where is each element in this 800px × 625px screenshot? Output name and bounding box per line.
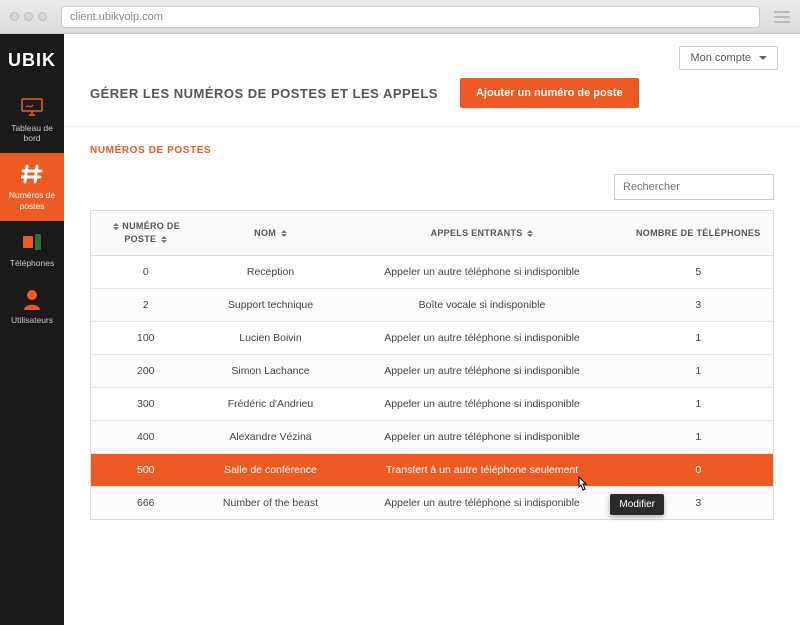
address-url: client.ubikvoip.com: [70, 11, 163, 23]
sidebar-item-dashboard[interactable]: Tableau de bord: [0, 86, 64, 153]
content: NUMÉROS DE POSTES NUMÉRO DE POSTE NOM: [64, 126, 800, 546]
cell-numero: 300: [91, 388, 201, 421]
table-row[interactable]: 0ReceptionAppeler un autre téléphone si …: [91, 256, 774, 289]
cell-telephones: 0: [624, 454, 774, 487]
cell-nom: Salle de conférence: [201, 454, 341, 487]
cell-numero: 200: [91, 355, 201, 388]
search-wrap: [90, 174, 774, 200]
sort-icon: [161, 233, 167, 246]
table-row[interactable]: 666Number of the beastAppeler un autre t…: [91, 487, 774, 520]
sidebar: UBIK Tableau de bord Numéros de postes T…: [0, 34, 64, 625]
cell-numero: 500: [91, 454, 201, 487]
phone-device-icon: [19, 231, 45, 253]
cell-nom: Number of the beast: [201, 487, 341, 520]
page-header: GÉRER LES NUMÉROS DE POSTES ET LES APPEL…: [64, 74, 800, 126]
sidebar-item-label: Utilisateurs: [11, 315, 53, 325]
sidebar-item-label: Téléphones: [10, 258, 54, 268]
cell-appels: Appeler un autre téléphone si indisponib…: [341, 421, 624, 454]
modify-tooltip[interactable]: Modifier: [610, 494, 664, 515]
cell-appels: Appeler un autre téléphone si indisponib…: [341, 487, 624, 520]
traffic-lights: [10, 12, 47, 21]
table-row[interactable]: 500Salle de conférenceTransfert à un aut…: [91, 454, 774, 487]
cell-appels: Boîte vocale si indisponible: [341, 289, 624, 322]
app-root: UBIK Tableau de bord Numéros de postes T…: [0, 34, 800, 625]
cell-numero: 400: [91, 421, 201, 454]
chevron-down-icon: [759, 56, 767, 64]
add-extension-button[interactable]: Ajouter un numéro de poste: [460, 78, 639, 108]
page-title: GÉRER LES NUMÉROS DE POSTES ET LES APPEL…: [90, 86, 438, 101]
cell-telephones: 3: [624, 289, 774, 322]
topbar: Mon compte: [64, 34, 800, 74]
table-row[interactable]: 100Lucien BoivinAppeler un autre télépho…: [91, 322, 774, 355]
cell-nom: Lucien Boivin: [201, 322, 341, 355]
table-row[interactable]: 2Support techniqueBoîte vocale si indisp…: [91, 289, 774, 322]
cell-numero: 2: [91, 289, 201, 322]
hash-icon: [19, 163, 45, 185]
table-row[interactable]: 400Alexandre VézinaAppeler un autre télé…: [91, 421, 774, 454]
sort-icon: [527, 227, 533, 240]
cell-nom: Alexandre Vézina: [201, 421, 341, 454]
cell-nom: Reception: [201, 256, 341, 289]
traffic-dot: [10, 12, 19, 21]
col-header-label: NUMÉRO DE POSTE: [122, 221, 180, 244]
search-input[interactable]: [614, 174, 774, 200]
traffic-dot: [38, 12, 47, 21]
account-dropdown[interactable]: Mon compte: [679, 46, 778, 70]
sort-icon: [113, 220, 119, 233]
account-label: Mon compte: [690, 52, 751, 64]
col-header-label: NOMBRE DE TÉLÉPHONES: [636, 228, 761, 238]
cell-telephones: 5: [624, 256, 774, 289]
sidebar-item-phones[interactable]: Téléphones: [0, 221, 64, 278]
cell-numero: 666: [91, 487, 201, 520]
main-panel: Mon compte GÉRER LES NUMÉROS DE POSTES E…: [64, 34, 800, 625]
cell-appels: Appeler un autre téléphone si indisponib…: [341, 322, 624, 355]
col-header-label: NOM: [254, 227, 276, 237]
cell-nom: Frédéric d'Andrieu: [201, 388, 341, 421]
hamburger-icon[interactable]: [774, 11, 790, 23]
cell-nom: Support technique: [201, 289, 341, 322]
cell-telephones: 1: [624, 388, 774, 421]
cell-appels: Appeler un autre téléphone si indisponib…: [341, 256, 624, 289]
cell-appels: Appeler un autre téléphone si indisponib…: [341, 388, 624, 421]
logo-text: UBIK: [8, 50, 56, 71]
col-header-appels[interactable]: APPELS ENTRANTS: [341, 211, 624, 256]
logo: UBIK: [0, 34, 64, 86]
cell-telephones: 1: [624, 322, 774, 355]
col-header-numero[interactable]: NUMÉRO DE POSTE: [91, 211, 201, 256]
address-bar[interactable]: client.ubikvoip.com: [61, 6, 760, 28]
sidebar-item-label: Numéros de postes: [9, 190, 55, 210]
sort-icon: [281, 227, 287, 240]
cell-telephones: 1: [624, 355, 774, 388]
cell-numero: 0: [91, 256, 201, 289]
browser-chrome: client.ubikvoip.com: [0, 0, 800, 34]
col-header-nom[interactable]: NOM: [201, 211, 341, 256]
sidebar-item-extensions[interactable]: Numéros de postes: [0, 153, 64, 220]
traffic-dot: [24, 12, 33, 21]
cell-numero: 100: [91, 322, 201, 355]
table-row[interactable]: 200Simon LachanceAppeler un autre téléph…: [91, 355, 774, 388]
sidebar-item-label: Tableau de bord: [11, 123, 53, 143]
section-label: NUMÉROS DE POSTES: [90, 145, 774, 156]
extensions-table: NUMÉRO DE POSTE NOM APPELS ENTRANTS: [90, 210, 774, 520]
cell-appels: Appeler un autre téléphone si indisponib…: [341, 355, 624, 388]
col-header-telephones[interactable]: NOMBRE DE TÉLÉPHONES: [624, 211, 774, 256]
cell-appels: Transfert à un autre téléphone seulement: [341, 454, 624, 487]
monitor-icon: [19, 96, 45, 118]
user-icon: [19, 288, 45, 310]
col-header-label: APPELS ENTRANTS: [431, 227, 523, 237]
sidebar-item-users[interactable]: Utilisateurs: [0, 278, 64, 335]
cell-telephones: 1: [624, 421, 774, 454]
table-row[interactable]: 300Frédéric d'AndrieuAppeler un autre té…: [91, 388, 774, 421]
cell-nom: Simon Lachance: [201, 355, 341, 388]
